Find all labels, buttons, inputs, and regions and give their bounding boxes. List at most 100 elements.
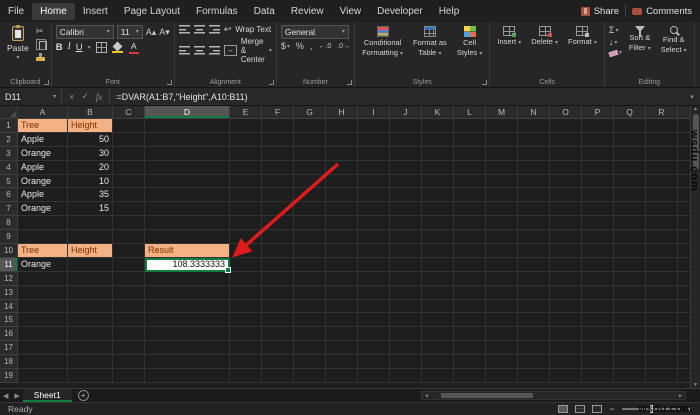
row-header-15[interactable]: 15: [0, 313, 18, 327]
column-header-C[interactable]: C: [113, 106, 145, 119]
row-header-10[interactable]: 10: [0, 244, 18, 258]
cell-I9[interactable]: [358, 230, 390, 244]
cell-R4[interactable]: [646, 161, 678, 175]
font-size-combo[interactable]: 11 ▾: [117, 25, 143, 39]
cell-F12[interactable]: [262, 272, 294, 286]
number-format-combo[interactable]: General ▾: [281, 25, 349, 39]
cell-A2[interactable]: Apple: [18, 133, 68, 147]
cell-Q17[interactable]: [614, 341, 646, 355]
cell-L3[interactable]: [454, 147, 486, 161]
cell-I19[interactable]: [358, 369, 390, 383]
cell-G18[interactable]: [294, 355, 326, 369]
cell-G13[interactable]: [294, 286, 326, 300]
cell-A3[interactable]: Orange: [18, 147, 68, 161]
page-layout-view-button[interactable]: [575, 405, 585, 413]
cell-F14[interactable]: [262, 300, 294, 314]
cell-O12[interactable]: [550, 272, 582, 286]
cell-R11[interactable]: [646, 258, 678, 272]
cell-I7[interactable]: [358, 202, 390, 216]
cell-O14[interactable]: [550, 300, 582, 314]
cell-G5[interactable]: [294, 175, 326, 189]
cell-B16[interactable]: [68, 327, 113, 341]
row-header-17[interactable]: 17: [0, 341, 18, 355]
cell-I5[interactable]: [358, 175, 390, 189]
cell-J15[interactable]: [390, 313, 422, 327]
cell-K8[interactable]: [422, 216, 454, 230]
cell-D7[interactable]: [145, 202, 230, 216]
cell-B9[interactable]: [68, 230, 113, 244]
cell-N1[interactable]: [518, 119, 550, 133]
cell-A15[interactable]: [18, 313, 68, 327]
cell-Q15[interactable]: [614, 313, 646, 327]
cell-O8[interactable]: [550, 216, 582, 230]
cell-Q1[interactable]: [614, 119, 646, 133]
cell-K2[interactable]: [422, 133, 454, 147]
cell-J19[interactable]: [390, 369, 422, 383]
cell-R1[interactable]: [646, 119, 678, 133]
cell-K6[interactable]: [422, 188, 454, 202]
cell-K7[interactable]: [422, 202, 454, 216]
cell-Q16[interactable]: [614, 327, 646, 341]
cell-S9[interactable]: [678, 230, 690, 244]
cell-I1[interactable]: [358, 119, 390, 133]
cell-H18[interactable]: [326, 355, 358, 369]
cell-N19[interactable]: [518, 369, 550, 383]
cell-A14[interactable]: [18, 300, 68, 314]
cell-A18[interactable]: [18, 355, 68, 369]
cell-Q9[interactable]: [614, 230, 646, 244]
cell-Q5[interactable]: [614, 175, 646, 189]
cell-M10[interactable]: [486, 244, 518, 258]
align-top-button[interactable]: [179, 25, 190, 34]
cell-E9[interactable]: [230, 230, 262, 244]
cell-J17[interactable]: [390, 341, 422, 355]
cell-F10[interactable]: [262, 244, 294, 258]
column-header-P[interactable]: P: [582, 106, 614, 119]
cell-M13[interactable]: [486, 286, 518, 300]
cell-D1[interactable]: [145, 119, 230, 133]
cell-I13[interactable]: [358, 286, 390, 300]
cell-H7[interactable]: [326, 202, 358, 216]
cell-B5[interactable]: 10: [68, 175, 113, 189]
cell-L9[interactable]: [454, 230, 486, 244]
cell-P7[interactable]: [582, 202, 614, 216]
cell-F11[interactable]: [262, 258, 294, 272]
cell-E4[interactable]: [230, 161, 262, 175]
cell-A16[interactable]: [18, 327, 68, 341]
percent-style-button[interactable]: %: [296, 42, 304, 51]
cell-B6[interactable]: 35: [68, 188, 113, 202]
cell-F13[interactable]: [262, 286, 294, 300]
cell-C11[interactable]: [113, 258, 145, 272]
cell-O17[interactable]: [550, 341, 582, 355]
cell-D15[interactable]: [145, 313, 230, 327]
sheet-nav-right-button[interactable]: ▶: [11, 392, 22, 400]
cell-G8[interactable]: [294, 216, 326, 230]
accounting-format-button[interactable]: $▾: [281, 42, 290, 51]
cell-C2[interactable]: [113, 133, 145, 147]
cell-K16[interactable]: [422, 327, 454, 341]
cell-H8[interactable]: [326, 216, 358, 230]
cell-K5[interactable]: [422, 175, 454, 189]
row-header-8[interactable]: 8: [0, 216, 18, 230]
bold-button[interactable]: B: [56, 43, 63, 53]
tab-help[interactable]: Help: [431, 3, 468, 20]
cell-B10[interactable]: Height: [68, 244, 113, 258]
cell-G6[interactable]: [294, 188, 326, 202]
cell-H3[interactable]: [326, 147, 358, 161]
cell-A4[interactable]: Apple: [18, 161, 68, 175]
insert-function-button[interactable]: fx: [96, 92, 103, 102]
cell-C12[interactable]: [113, 272, 145, 286]
name-box[interactable]: D11 ▾: [0, 88, 62, 105]
cell-H13[interactable]: [326, 286, 358, 300]
cell-M18[interactable]: [486, 355, 518, 369]
cell-P19[interactable]: [582, 369, 614, 383]
column-header-R[interactable]: R: [646, 106, 678, 119]
cell-C10[interactable]: [113, 244, 145, 258]
row-header-1[interactable]: 1: [0, 119, 18, 133]
tab-view[interactable]: View: [332, 3, 370, 20]
cell-H16[interactable]: [326, 327, 358, 341]
cell-H12[interactable]: [326, 272, 358, 286]
new-sheet-button[interactable]: +: [78, 390, 89, 401]
cell-N9[interactable]: [518, 230, 550, 244]
cell-O18[interactable]: [550, 355, 582, 369]
cell-D4[interactable]: [145, 161, 230, 175]
